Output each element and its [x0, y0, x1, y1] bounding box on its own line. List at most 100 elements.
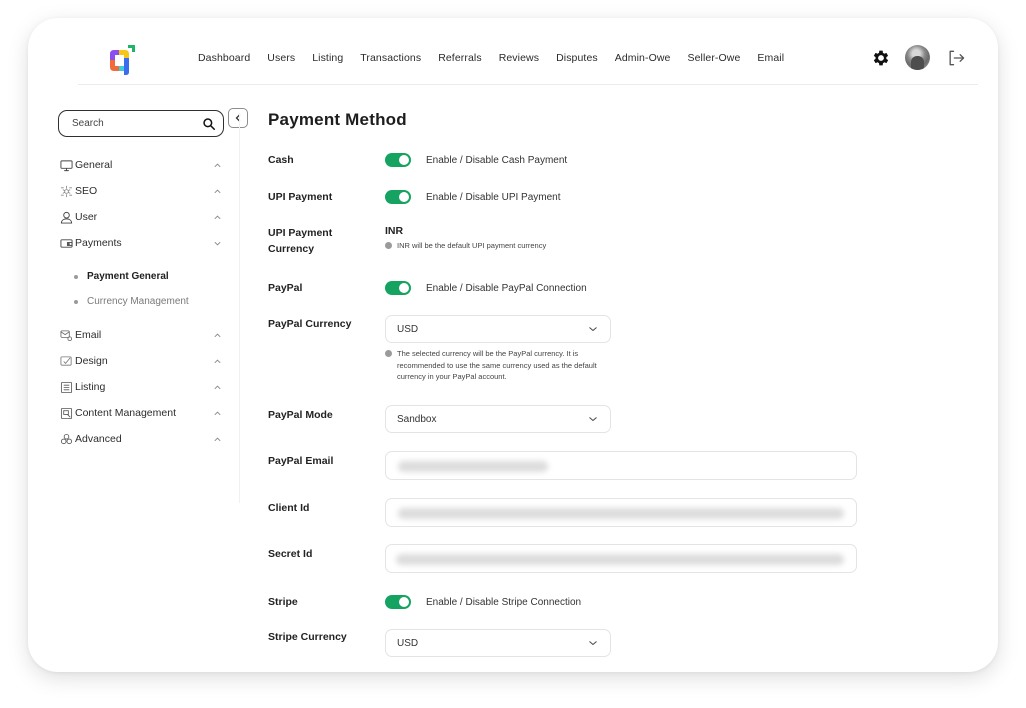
nav-dashboard[interactable]: Dashboard: [198, 52, 250, 64]
client-id-input[interactable]: [385, 498, 857, 527]
paypal-currency-select[interactable]: USD: [385, 315, 611, 343]
nav-email[interactable]: Email: [757, 52, 784, 64]
sidebar-item-label: Content Management: [75, 407, 176, 419]
sidebar-subitem-payment-general[interactable]: Payment General: [74, 264, 225, 289]
sidebar-item-label: Advanced: [75, 433, 122, 445]
paypal-toggle-label: Enable / Disable PayPal Connection: [426, 282, 587, 294]
sidebar-item-email[interactable]: Email: [60, 322, 225, 348]
nav-reviews[interactable]: Reviews: [499, 52, 539, 64]
sidebar-item-label: Payments: [75, 237, 122, 249]
sidebar-divider: [239, 113, 240, 503]
paypal-email-input[interactable]: [385, 451, 857, 480]
sidebar-item-label: User: [75, 211, 98, 223]
chevron-down-icon: [589, 417, 597, 422]
gear-icon[interactable]: [871, 48, 891, 68]
chevron-left-icon: [235, 114, 241, 122]
paypal-label: PayPal: [268, 282, 303, 294]
sidebar-item-content-management[interactable]: Content Management: [60, 400, 225, 426]
secret-id-input[interactable]: [385, 544, 857, 573]
bullet-icon: [74, 299, 78, 304]
upi-label: UPI Payment: [268, 191, 333, 203]
network-icon: [60, 185, 73, 197]
select-value: USD: [397, 637, 419, 649]
redacted-value: [396, 554, 844, 565]
sidebar-item-label: Email: [75, 329, 102, 341]
stripe-currency-select[interactable]: USD: [385, 629, 611, 657]
nav-admin-owe[interactable]: Admin-Owe: [615, 52, 671, 64]
info-icon: [385, 242, 392, 249]
sidebar-item-advanced[interactable]: Advanced: [60, 426, 225, 452]
top-actions: [871, 45, 966, 70]
app-logo[interactable]: [106, 44, 136, 76]
chevron-up-icon: [214, 333, 221, 338]
nav-users[interactable]: Users: [267, 52, 295, 64]
paypal-mode-label: PayPal Mode: [268, 409, 333, 421]
nav-listing[interactable]: Listing: [312, 52, 343, 64]
paypal-mode-select[interactable]: Sandbox: [385, 405, 611, 433]
logout-icon[interactable]: [946, 48, 966, 68]
cash-label: Cash: [268, 154, 294, 166]
secret-id-label: Secret Id: [268, 548, 313, 560]
search-icon[interactable]: [202, 117, 216, 131]
redacted-value: [398, 461, 548, 472]
upi-currency-label: UPI Payment Currency: [268, 227, 333, 255]
cash-toggle[interactable]: [385, 153, 411, 167]
select-value: USD: [397, 323, 419, 335]
upi-currency-value: INR: [385, 225, 404, 237]
sidebar-item-label: Listing: [75, 381, 106, 393]
chevron-up-icon: [214, 385, 221, 390]
redacted-value: [398, 508, 844, 519]
stripe-currency-label: Stripe Currency: [268, 631, 347, 643]
chevron-up-icon: [214, 189, 221, 194]
avatar[interactable]: [905, 45, 930, 70]
settings-menu: General SEO User Payments Payment Genera…: [60, 152, 225, 452]
app-window: Dashboard Users Listing Transactions Ref…: [28, 18, 998, 672]
nav-disputes[interactable]: Disputes: [556, 52, 598, 64]
sidebar-item-label: Design: [75, 355, 108, 367]
stripe-toggle-label: Enable / Disable Stripe Connection: [426, 596, 582, 608]
sidebar-subitem-label: Currency Management: [87, 296, 189, 307]
sidebar-search: [58, 110, 224, 137]
wallet-icon: [60, 238, 73, 248]
sidebar-item-payments[interactable]: Payments: [60, 230, 225, 256]
sidebar-subitem-currency-management[interactable]: Currency Management: [74, 289, 225, 314]
hint-text: The selected currency will be the PayPal…: [397, 349, 597, 381]
nav-referrals[interactable]: Referrals: [438, 52, 482, 64]
user-icon: [60, 211, 73, 224]
monitor-icon: [60, 159, 73, 171]
sidebar-item-listing[interactable]: Listing: [60, 374, 225, 400]
chevron-down-icon: [589, 641, 597, 646]
advanced-icon: [60, 433, 73, 444]
chevron-up-icon: [214, 411, 221, 416]
nav-transactions[interactable]: Transactions: [360, 52, 421, 64]
sidebar-item-label: SEO: [75, 185, 98, 197]
paypal-currency-hint: The selected currency will be the PayPal…: [385, 348, 610, 383]
cash-toggle-label: Enable / Disable Cash Payment: [426, 154, 568, 166]
email-settings-icon: [60, 329, 73, 341]
chevron-up-icon: [214, 215, 221, 220]
chevron-up-icon: [214, 437, 221, 442]
search-input[interactable]: [72, 118, 192, 129]
sidebar-item-user[interactable]: User: [60, 204, 225, 230]
chevron-up-icon: [214, 359, 221, 364]
chevron-down-icon: [589, 327, 597, 332]
main-nav: Dashboard Users Listing Transactions Ref…: [198, 52, 801, 64]
design-icon: [60, 355, 72, 366]
paypal-toggle[interactable]: [385, 281, 411, 295]
paypal-currency-label: PayPal Currency: [268, 318, 352, 330]
sidebar-item-general[interactable]: General: [60, 152, 225, 178]
top-navbar: Dashboard Users Listing Transactions Ref…: [78, 18, 978, 85]
stripe-toggle[interactable]: [385, 595, 411, 609]
upi-toggle[interactable]: [385, 190, 411, 204]
sidebar-item-design[interactable]: Design: [60, 348, 225, 374]
payments-submenu: Payment General Currency Management: [60, 256, 225, 322]
sidebar-item-seo[interactable]: SEO: [60, 178, 225, 204]
sidebar-item-label: General: [75, 159, 113, 171]
select-value: Sandbox: [397, 413, 437, 425]
upi-toggle-label: Enable / Disable UPI Payment: [426, 191, 561, 203]
stripe-label: Stripe: [268, 596, 298, 608]
collapse-sidebar-button[interactable]: [228, 108, 248, 128]
nav-seller-owe[interactable]: Seller-Owe: [687, 52, 740, 64]
list-icon: [60, 381, 73, 393]
chevron-up-icon: [214, 163, 221, 168]
